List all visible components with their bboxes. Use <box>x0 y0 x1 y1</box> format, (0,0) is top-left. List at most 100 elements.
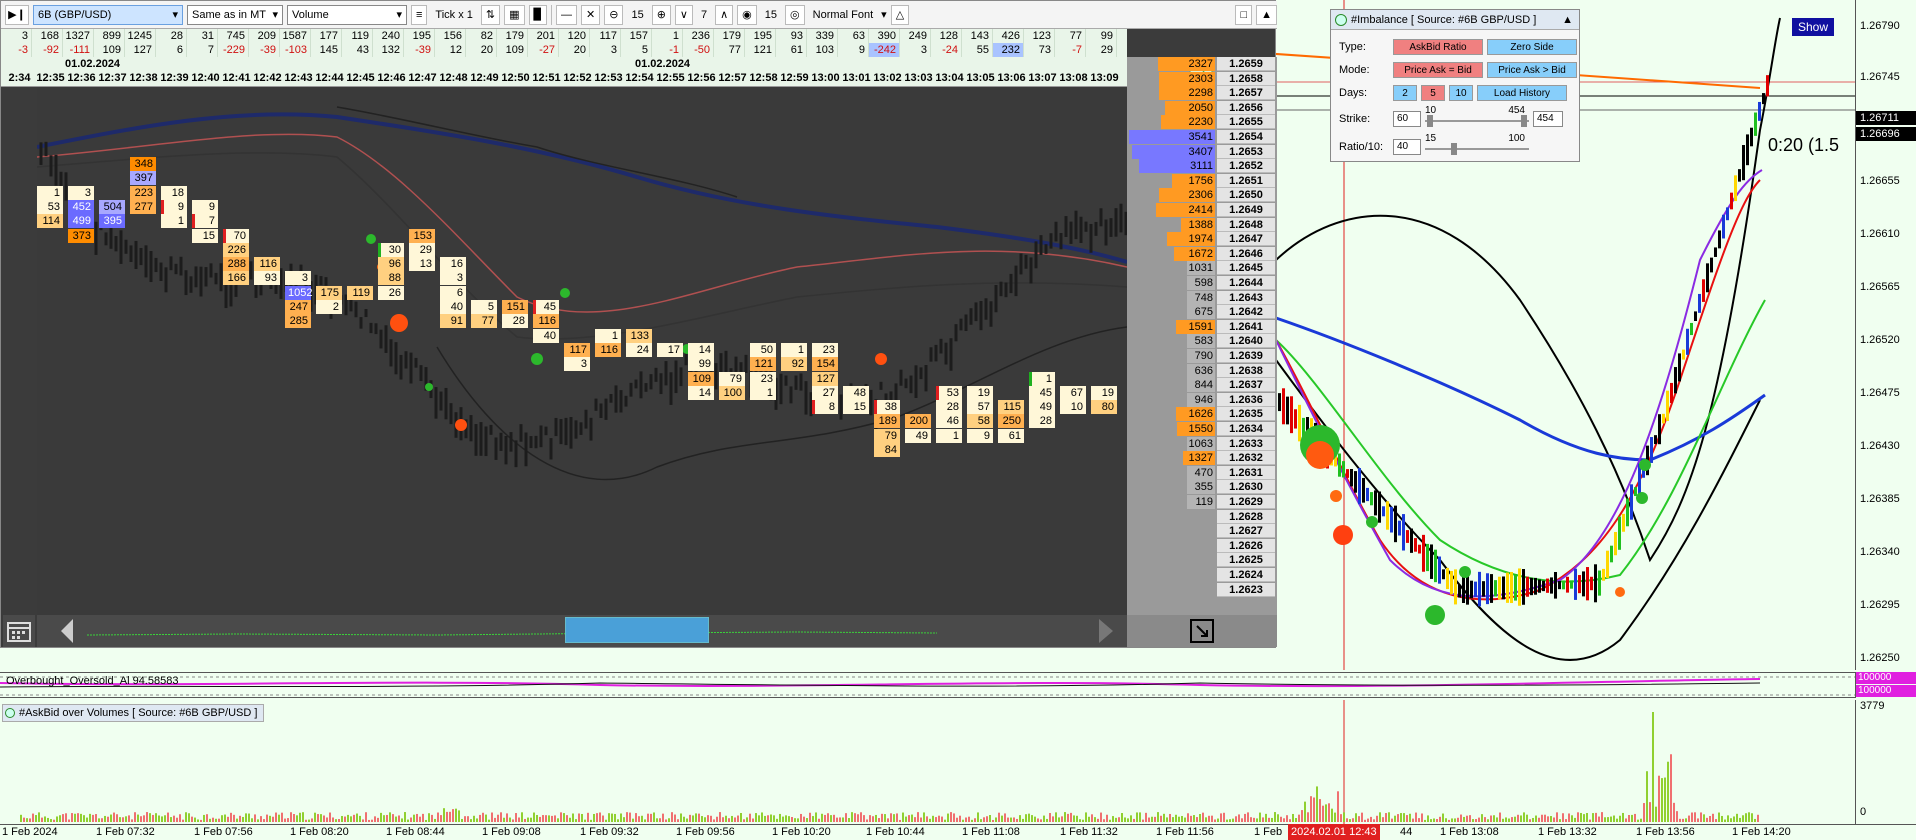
footprint-cell: 247 <box>285 300 311 314</box>
volume-bar <box>1424 819 1426 822</box>
candle <box>1706 263 1709 293</box>
collapse-up-icon[interactable]: ▲ <box>1256 4 1277 25</box>
bars-icon[interactable]: ▉ <box>528 4 548 25</box>
strike-thumb-low[interactable] <box>1427 115 1433 127</box>
resize-icon[interactable] <box>1127 615 1277 647</box>
strike-max-input[interactable]: 454 <box>1533 111 1563 127</box>
profile-price: 1.2659 <box>1217 57 1275 71</box>
type-zero-side-button[interactable]: Zero Side <box>1487 39 1577 55</box>
tick-size-icon[interactable]: ≡ <box>411 4 428 25</box>
strike-input[interactable]: 60 <box>1393 111 1421 127</box>
symbol-select[interactable]: 6B (GBP/USD) ▾ <box>33 4 183 25</box>
time-label: 12:38 <box>129 72 158 84</box>
show-button[interactable]: Show <box>1792 18 1834 36</box>
type-askbid-button[interactable]: AskBid Ratio <box>1393 39 1483 55</box>
footprint-cell: 109 <box>688 371 714 386</box>
footprint-cell: 88 <box>378 271 404 286</box>
volume-bar <box>746 817 748 822</box>
data-type-select[interactable]: Volume ▾ <box>287 4 407 25</box>
volume-bar <box>1628 814 1630 822</box>
volume-bar <box>1193 815 1195 822</box>
profile-bar: 1550 <box>1177 422 1215 436</box>
volume-bar <box>1379 812 1381 822</box>
summary-delta-cell: -242 <box>869 43 900 57</box>
cluster-icon[interactable]: ◉ <box>737 4 757 25</box>
footprint-cell: 397 <box>130 171 156 186</box>
mode-greater-button[interactable]: Price Ask > Bid <box>1487 62 1577 78</box>
trading-terminal: 0:20 (1.5 GB 1.26790 1.26745 1.26711 1.2… <box>0 0 1916 840</box>
calendar-icon[interactable] <box>3 615 35 647</box>
volume-window[interactable]: #AskBid over Volumes [ Source: #6B GBP/U… <box>0 700 1855 824</box>
time-axis[interactable]: 1 Feb 2024 1 Feb 07:32 1 Feb 07:56 1 Feb 08… <box>0 824 1916 840</box>
strike-slider[interactable]: 10 454 <box>1425 105 1529 127</box>
volume-bar <box>38 812 40 822</box>
candle <box>1534 577 1537 595</box>
volume-bar <box>83 815 85 822</box>
minimize-icon[interactable]: — <box>556 4 578 25</box>
volume-bar <box>629 812 631 822</box>
font-select[interactable]: Normal Font <box>809 9 878 21</box>
volume-bar <box>455 808 457 822</box>
footprint-scrollbar[interactable] <box>37 615 1127 647</box>
footprint-cell: 50 <box>750 342 776 357</box>
price-axis[interactable]: 1.26790 1.26745 1.26711 1.26696 1.26655 … <box>1855 0 1916 670</box>
volume-bar <box>977 812 979 822</box>
zoom-out-icon[interactable]: ⊖ <box>604 4 624 25</box>
target-icon[interactable]: ◎ <box>785 4 805 25</box>
volume-bar <box>1418 818 1420 822</box>
volume-bar <box>611 813 613 822</box>
footprint-cell: 92 <box>781 357 807 372</box>
volume-bar <box>1394 815 1396 822</box>
footprint-cell: 121 <box>750 357 776 372</box>
adjust-icon[interactable]: ⇅ <box>480 4 501 25</box>
settings-icon[interactable] <box>1335 13 1347 26</box>
volume-bar <box>119 817 121 822</box>
ratio-thumb[interactable] <box>1451 143 1457 155</box>
footprint-grid[interactable]: 348 397 223 18 1 3 53 452 504 277 9 9 114 499 395 1 7 373… <box>37 87 1127 615</box>
volume-profile[interactable]: ✓ 1.265923271.265823031.265722981.265620… <box>1127 57 1277 615</box>
collapse-up-icon[interactable]: ▲ <box>1562 14 1573 26</box>
triangle-icon[interactable]: △ <box>890 4 910 25</box>
ratio-input[interactable]: 40 <box>1393 139 1421 155</box>
volume-bar <box>866 819 868 822</box>
volume-bar <box>1064 812 1066 822</box>
mode-equal-button[interactable]: Price Ask = Bid <box>1393 62 1483 78</box>
zoom-in-icon[interactable]: ⊕ <box>651 4 671 25</box>
days-10-button[interactable]: 10 <box>1449 85 1473 101</box>
days-5-button[interactable]: 5 <box>1421 85 1445 101</box>
volume-bar <box>197 819 199 822</box>
play-step-button[interactable]: ▶❙ <box>5 4 29 25</box>
ratio-slider[interactable]: 15 100 <box>1425 133 1529 155</box>
close-icon[interactable]: ✕ <box>581 4 601 25</box>
volume-bar <box>1091 814 1093 822</box>
candle <box>1578 575 1581 594</box>
maximize-icon[interactable]: □ <box>1235 4 1253 25</box>
volume-bar <box>1256 818 1258 822</box>
table-icon[interactable]: ▦ <box>504 4 525 25</box>
candle <box>1406 530 1409 543</box>
oscillator-window[interactable]: Overbought_Oversold_Al 94.58583 <box>0 672 1855 698</box>
summary-volume-cell: 195 <box>745 29 776 43</box>
summary-delta-cell: 7 <box>187 43 218 57</box>
imbalance-title: #Imbalance [ Source: #6B GBP/USD ] <box>1351 13 1537 26</box>
depth-down-icon[interactable]: ∨ <box>674 4 693 25</box>
depth-up-icon[interactable]: ∧ <box>715 4 734 25</box>
chevron-down-icon: ▾ <box>172 9 178 21</box>
price-label: 1.26610 <box>1860 228 1900 240</box>
candle <box>1678 353 1681 382</box>
load-history-button[interactable]: Load History <box>1477 85 1567 101</box>
volume-bar <box>512 819 514 822</box>
candle <box>1398 520 1401 536</box>
volume-bar <box>1115 817 1117 822</box>
volume-bar <box>1376 815 1378 822</box>
volume-bar <box>683 816 685 822</box>
time-mode-select[interactable]: Same as in MT ▾ <box>187 4 283 25</box>
footprint-cell: 61 <box>998 428 1024 443</box>
volume-bar <box>620 813 622 822</box>
summary-delta-cell: -39 <box>404 43 435 57</box>
days-2-button[interactable]: 2 <box>1393 85 1417 101</box>
scroll-thumb[interactable] <box>565 617 709 643</box>
strike-thumb-high[interactable] <box>1521 115 1527 127</box>
volume-bar <box>116 814 118 822</box>
settings-icon[interactable] <box>5 708 15 718</box>
